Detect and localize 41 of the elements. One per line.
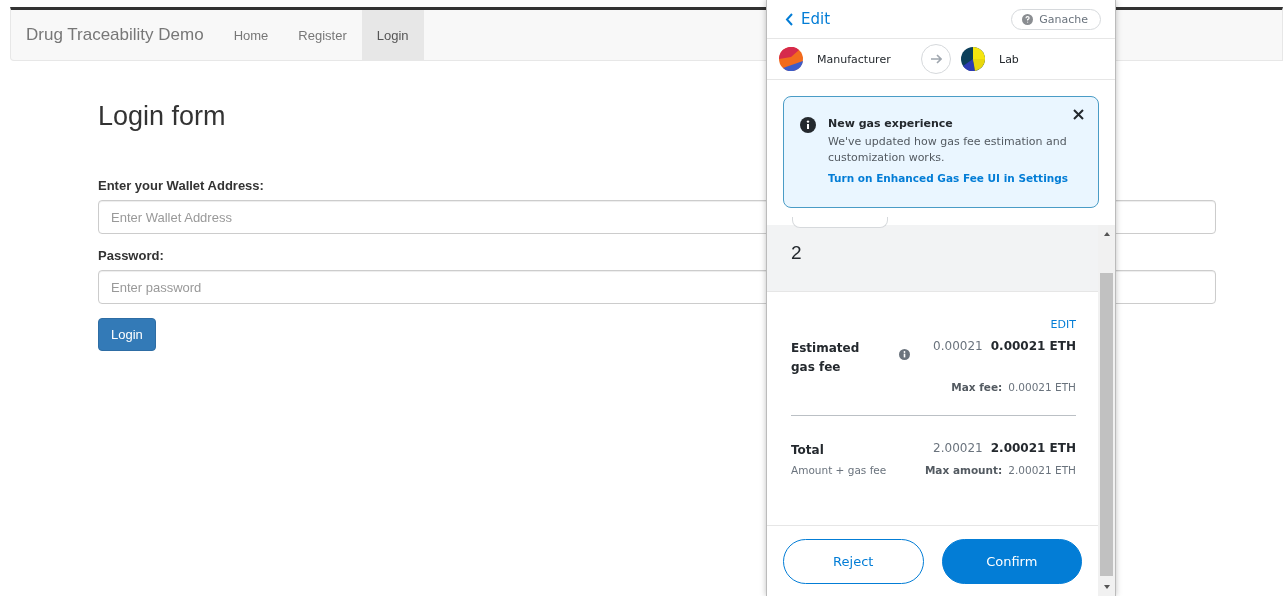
scroll-down-icon xyxy=(1102,584,1111,590)
scroll-up-icon xyxy=(1102,231,1111,237)
account-name: Lab xyxy=(999,52,1019,66)
fee-value: 0.00021 xyxy=(933,339,983,353)
max-amount-label: Max amount: xyxy=(924,464,1003,476)
account-name: Manufacturer xyxy=(817,52,891,66)
help-icon xyxy=(1022,13,1034,25)
edit-link[interactable]: EDIT xyxy=(791,318,1076,331)
brand-title[interactable]: Drug Traceability Demo xyxy=(11,10,219,60)
arrow-right-icon xyxy=(930,53,942,65)
confirm-button[interactable]: Confirm xyxy=(941,538,1082,584)
form-heading: Login form xyxy=(98,101,226,132)
login-button[interactable]: Login xyxy=(98,318,156,351)
close-icon xyxy=(1073,109,1084,120)
chevron-left-icon xyxy=(785,12,794,26)
nav-link[interactable]: Home xyxy=(218,10,284,60)
account-avatar-icon xyxy=(779,47,803,71)
total-value: 2.00021 ETH xyxy=(990,441,1076,455)
max-amount-value: 2.00021 ETH xyxy=(1008,464,1076,476)
total-value: 2.00021 xyxy=(933,441,983,455)
account-avatar-icon xyxy=(961,47,985,71)
close-button[interactable] xyxy=(1073,109,1084,120)
reject-button[interactable]: Reject xyxy=(783,538,924,584)
nav-link[interactable]: Register xyxy=(283,10,362,60)
nav-link[interactable]: Login xyxy=(361,10,424,60)
field-label: Enter your Wallet Address: xyxy=(98,178,264,193)
settings-link[interactable]: Turn on Enhanced Gas Fee UI in Settings xyxy=(828,172,1084,184)
scrollbar[interactable] xyxy=(1098,225,1115,596)
notice-text: We've updated how gas fee estimation and customization works. xyxy=(828,134,1068,166)
fee-value: 0.00021 ETH xyxy=(990,339,1076,353)
total-label: Total xyxy=(791,442,824,459)
gas-fee-label: Estimated gas fee xyxy=(791,340,861,376)
notice-title: New gas experience xyxy=(828,117,954,130)
amount-value: 2 xyxy=(791,242,802,264)
field-label: Password: xyxy=(98,248,164,263)
back-link[interactable]: Edit xyxy=(785,10,831,28)
total-sublabel: Amount + gas fee xyxy=(791,464,887,476)
info-icon xyxy=(800,117,816,133)
info-icon xyxy=(899,349,910,360)
max-fee-label: Max fee: xyxy=(951,381,1003,393)
max-fee-value: 0.00021 ETH xyxy=(1008,381,1076,393)
